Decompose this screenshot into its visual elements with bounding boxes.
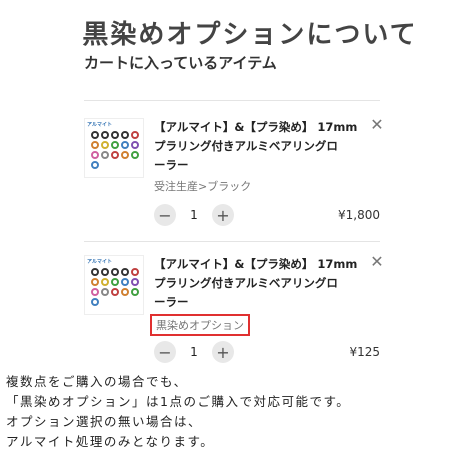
quantity-stepper: − 1 + [154,341,234,363]
roller-swatch-icon [131,141,139,149]
roller-swatch-icon [121,131,129,139]
product-name-line: ーラー [154,158,189,172]
product-name[interactable]: 【アルマイト】&【プラ染め】 17mm プラリング付きアルミベアリングロ ーラー [154,255,362,312]
roller-swatch-icon [101,141,109,149]
roller-swatch-icon [121,141,129,149]
roller-swatch-icon [121,151,129,159]
note-line: 「黒染めオプション」は1点のご購入で対応可能です。 [6,394,351,409]
product-thumbnail[interactable]: アルマイト [84,118,144,178]
thumbnail-roller-grid [91,268,139,306]
item-price: ¥1,800 [338,208,380,222]
roller-swatch-icon [91,131,99,139]
cart-item: アルマイト 【アルマイト】&【プラ染め】 17mm プラリング付きアルミベアリン… [84,115,384,248]
quantity-stepper: − 1 + [154,204,234,226]
roller-swatch-icon [131,288,139,296]
roller-swatch-icon [101,151,109,159]
roller-swatch-icon [91,298,99,306]
roller-swatch-icon [111,151,119,159]
product-name-line: 【アルマイト】&【プラ染め】 17mm [154,120,358,134]
roller-swatch-icon [131,268,139,276]
remove-item-close-icon[interactable]: ✕ [368,252,386,271]
quantity-value: 1 [190,208,198,222]
roller-swatch-icon [101,278,109,286]
divider [84,241,380,242]
note-line: アルマイト処理のみとなります。 [6,434,215,449]
product-thumbnail[interactable]: アルマイト [84,255,144,315]
product-name-line: 【アルマイト】&【プラ染め】 17mm [154,257,358,271]
increase-quantity-button[interactable]: + [212,341,234,363]
roller-swatch-icon [91,268,99,276]
roller-swatch-icon [91,141,99,149]
roller-swatch-icon [91,151,99,159]
roller-swatch-icon [131,131,139,139]
roller-swatch-icon [101,288,109,296]
roller-swatch-icon [111,288,119,296]
quantity-value: 1 [190,345,198,359]
roller-swatch-icon [91,161,99,169]
roller-swatch-icon [111,131,119,139]
product-name-line: プラリング付きアルミベアリングロ [154,276,338,290]
cart-heading: カートに入っているアイテム [84,54,277,72]
thumbnail-roller-grid [91,131,139,169]
product-name[interactable]: 【アルマイト】&【プラ染め】 17mm プラリング付きアルミベアリングロ ーラー [154,118,362,175]
roller-swatch-icon [101,131,109,139]
roller-swatch-icon [111,278,119,286]
roller-swatch-icon [121,288,129,296]
divider [84,100,380,101]
product-name-line: プラリング付きアルミベアリングロ [154,139,338,153]
page-title: 黒染めオプションについて [82,20,418,50]
increase-quantity-button[interactable]: + [212,204,234,226]
roller-swatch-icon [111,268,119,276]
roller-swatch-icon [101,268,109,276]
product-name-line: ーラー [154,295,189,309]
roller-swatch-icon [131,278,139,286]
roller-swatch-icon [121,268,129,276]
note-line: 複数点をご購入の場合でも、 [6,374,188,389]
roller-swatch-icon [121,278,129,286]
roller-swatch-icon [111,141,119,149]
thumbnail-label: アルマイト [87,122,112,128]
roller-swatch-icon [91,288,99,296]
decrease-quantity-button[interactable]: − [154,341,176,363]
roller-swatch-icon [91,278,99,286]
roller-swatch-icon [131,151,139,159]
item-option: 受注生産>ブラック [154,180,252,193]
thumbnail-label: アルマイト [87,259,112,265]
decrease-quantity-button[interactable]: − [154,204,176,226]
remove-item-close-icon[interactable]: ✕ [368,115,386,134]
notes: 複数点をご購入の場合でも、 「黒染めオプション」は1点のご購入で対応可能です。 … [6,372,350,452]
note-line: オプション選択の無い場合は、 [6,414,203,429]
cart-item: アルマイト 【アルマイト】&【プラ染め】 17mm プラリング付きアルミベアリン… [84,252,384,385]
item-option-highlighted: 黒染めオプション [150,314,250,336]
item-price: ¥125 [349,345,380,359]
